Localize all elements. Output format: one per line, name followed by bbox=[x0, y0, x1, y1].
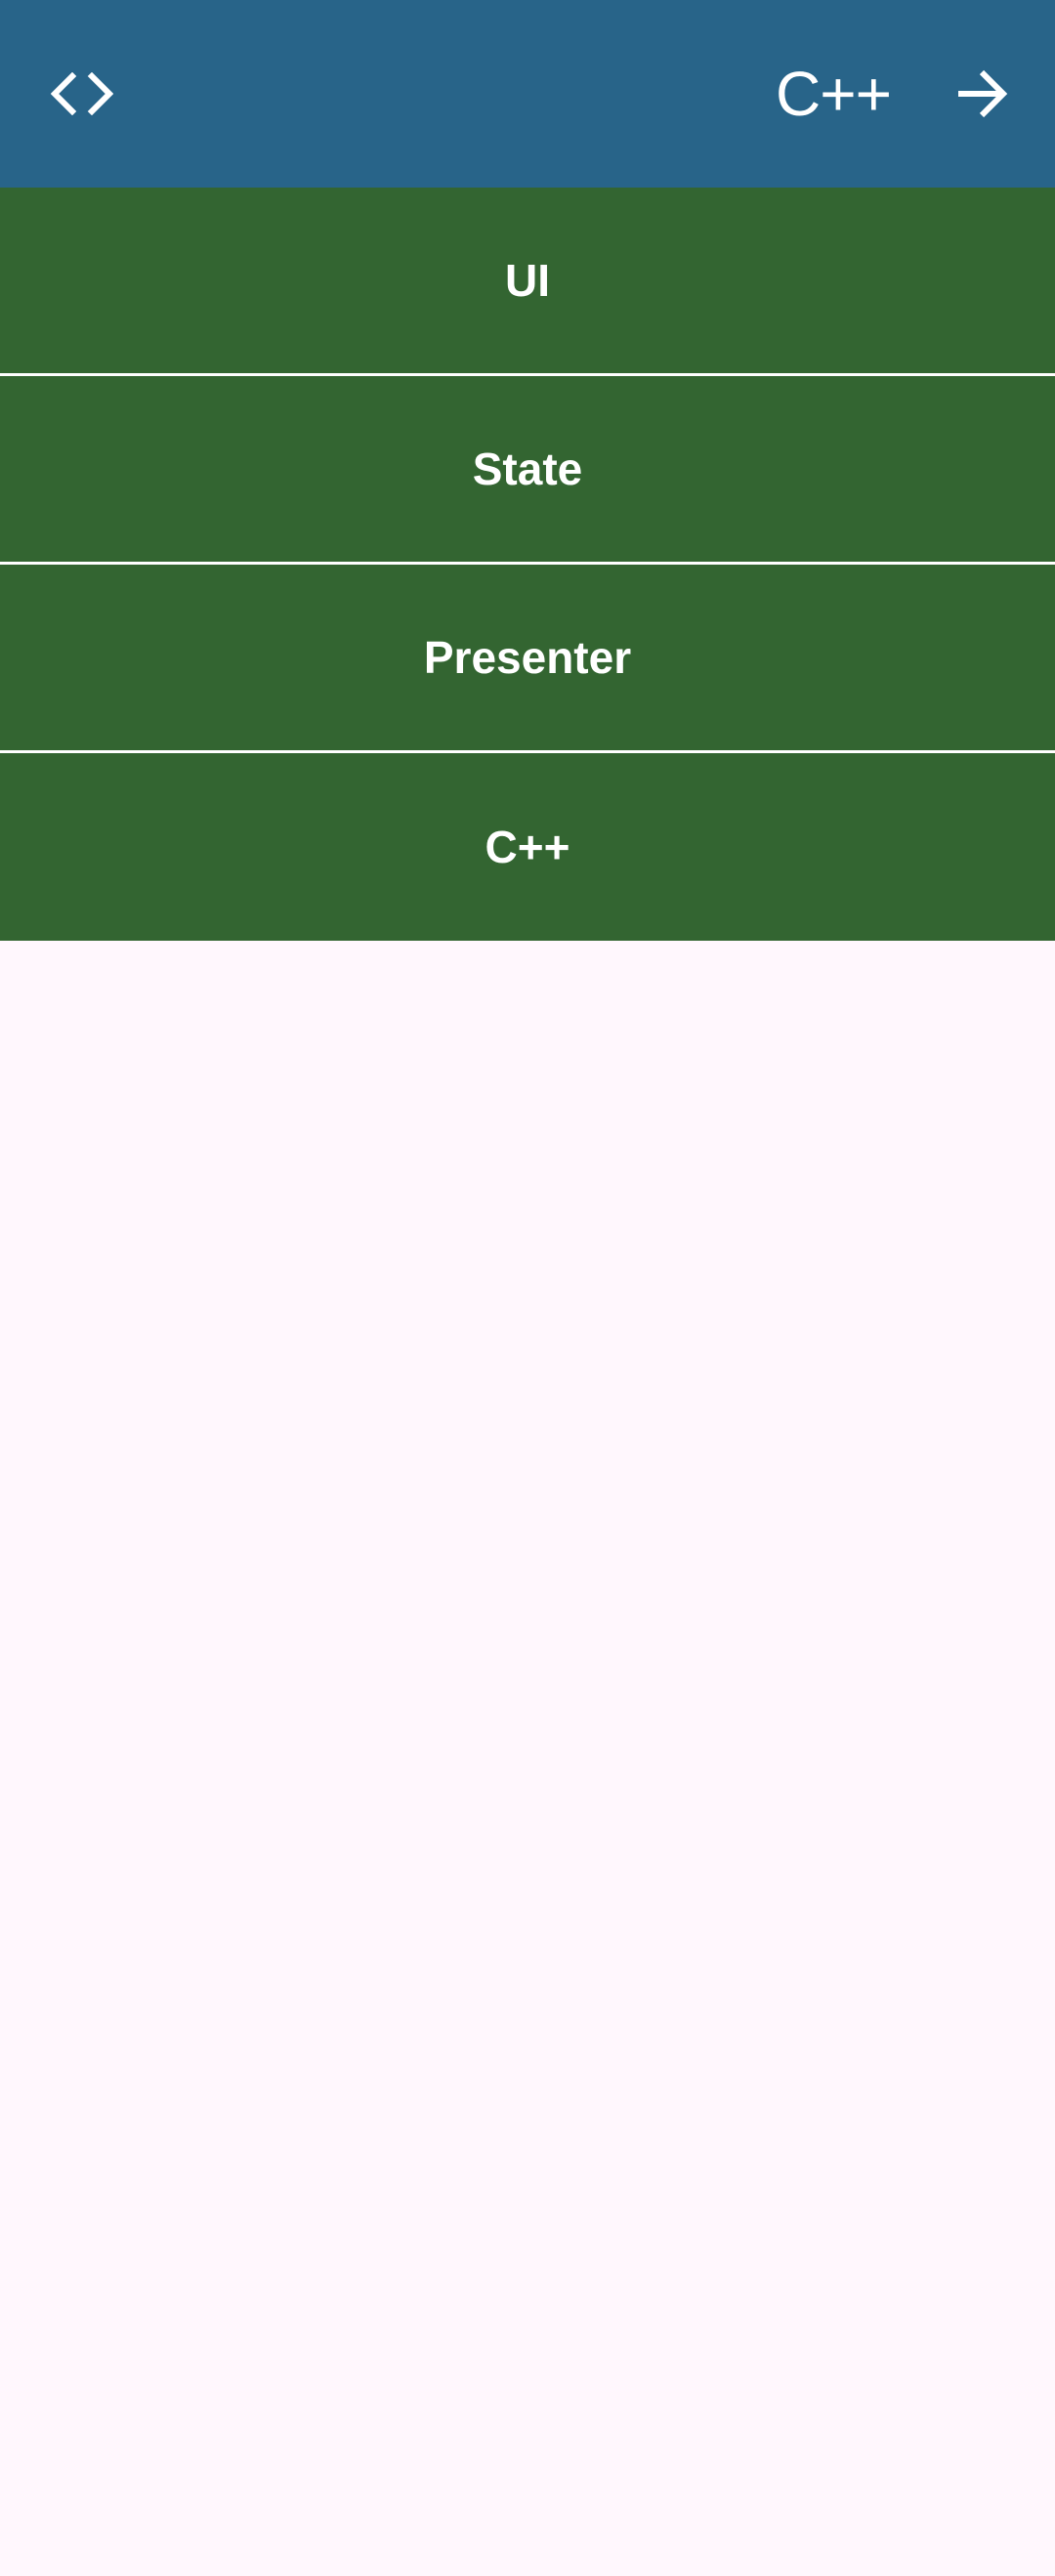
app-bar-title: C++ bbox=[776, 59, 892, 129]
arrow-forward-icon bbox=[958, 69, 1008, 118]
list-item-cpp[interactable]: C++ bbox=[0, 753, 1055, 941]
code-button[interactable] bbox=[35, 49, 129, 139]
topic-list: UI State Presenter C++ bbox=[0, 188, 1055, 941]
app-bar: C++ bbox=[0, 0, 1055, 188]
next-button[interactable] bbox=[928, 49, 1035, 139]
list-item-label: UI bbox=[505, 255, 550, 306]
code-icon bbox=[51, 72, 113, 115]
list-item-state[interactable]: State bbox=[0, 376, 1055, 565]
list-item-ui[interactable]: UI bbox=[0, 188, 1055, 376]
list-item-label: Presenter bbox=[423, 632, 632, 683]
list-item-label: C++ bbox=[485, 822, 570, 872]
list-item-presenter[interactable]: Presenter bbox=[0, 565, 1055, 753]
list-item-label: State bbox=[472, 443, 583, 494]
